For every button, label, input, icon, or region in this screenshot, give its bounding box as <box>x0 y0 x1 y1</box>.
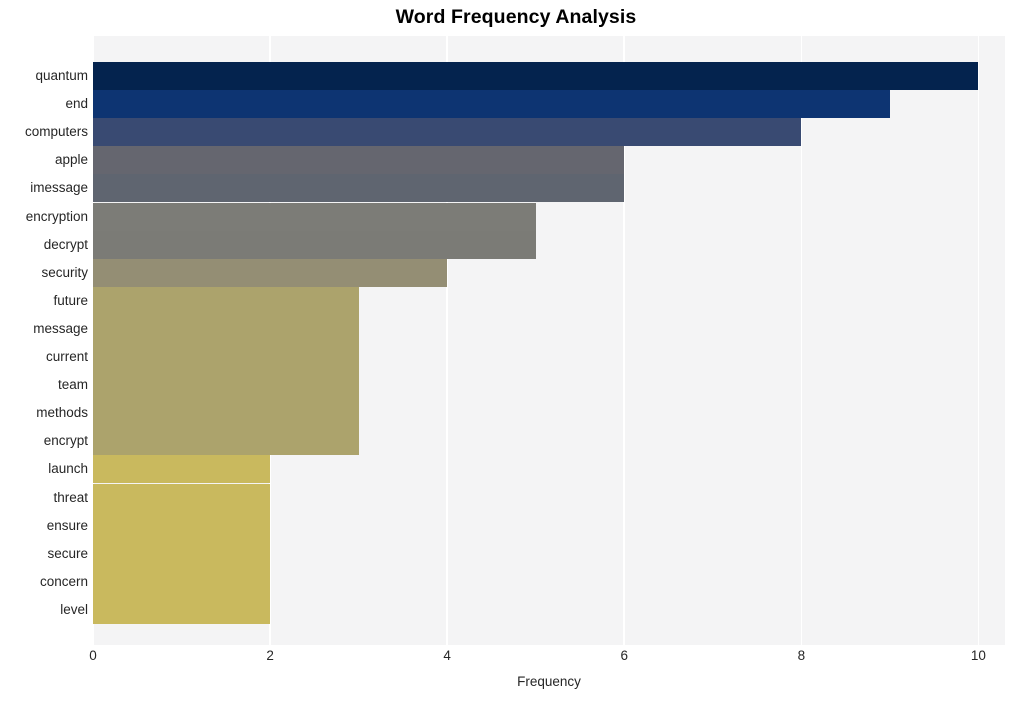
bar-apple <box>93 146 625 175</box>
y-tick-label-encryption: encryption <box>25 208 88 224</box>
bar-ensure <box>93 511 271 540</box>
bars-group <box>93 36 1005 645</box>
bar-security <box>93 258 448 287</box>
x-tick-label-0: 0 <box>89 648 97 663</box>
plot-area <box>92 36 1005 645</box>
y-axis-tick-labels: quantum end computers apple imessage encrypti… <box>0 36 88 645</box>
bar-end <box>93 90 890 119</box>
x-tick-label-6: 6 <box>620 648 629 663</box>
bar-quantum <box>93 62 979 90</box>
y-tick-label-decrypt: decrypt <box>43 236 88 252</box>
y-tick-label-message: message <box>33 320 88 336</box>
bar-methods <box>93 399 359 428</box>
y-tick-label-encrypt: encrypt <box>43 433 88 449</box>
x-tick-label-2: 2 <box>266 648 274 663</box>
y-tick-label-imessage: imessage <box>30 180 88 196</box>
y-tick-label-team: team <box>57 377 88 393</box>
y-tick-label-apple: apple <box>54 152 88 168</box>
bar-level <box>93 596 271 624</box>
y-tick-label-secure: secure <box>47 545 88 561</box>
y-tick-label-methods: methods <box>36 405 88 421</box>
bar-decrypt <box>93 230 536 259</box>
x-tick-label-8: 8 <box>797 648 806 663</box>
x-tick-label-10: 10 <box>970 648 986 663</box>
x-axis-tick-labels: 0 2 4 6 8 10 <box>0 648 1032 670</box>
y-tick-label-concern: concern <box>39 573 88 589</box>
y-tick-label-quantum: quantum <box>35 68 88 83</box>
bar-concern <box>93 567 271 596</box>
bar-secure <box>93 539 271 568</box>
bar-encryption <box>93 202 536 231</box>
bar-launch <box>93 455 271 484</box>
y-tick-label-current: current <box>45 349 88 365</box>
x-tick-label-4: 4 <box>443 648 451 663</box>
chart-title: Word Frequency Analysis <box>395 6 637 28</box>
word-frequency-bar-chart: Word Frequency Analysis quantum end comput… <box>0 0 1032 701</box>
y-tick-label-level: level <box>60 602 88 617</box>
bar-team <box>93 371 359 400</box>
bar-current <box>93 343 359 372</box>
bar-encrypt <box>93 427 359 456</box>
bar-threat <box>93 483 271 512</box>
y-tick-label-threat: threat <box>53 489 88 505</box>
bar-future <box>93 286 359 315</box>
y-tick-label-computers: computers <box>24 124 88 140</box>
y-tick-label-security: security <box>41 264 88 280</box>
x-axis-title: Frequency <box>517 674 581 689</box>
bar-computers <box>93 118 802 147</box>
bar-imessage <box>93 174 625 203</box>
y-tick-label-ensure: ensure <box>46 517 88 533</box>
y-tick-label-launch: launch <box>48 461 88 477</box>
y-tick-label-future: future <box>53 292 88 308</box>
bar-message <box>93 314 359 343</box>
y-tick-label-end: end <box>65 96 88 112</box>
